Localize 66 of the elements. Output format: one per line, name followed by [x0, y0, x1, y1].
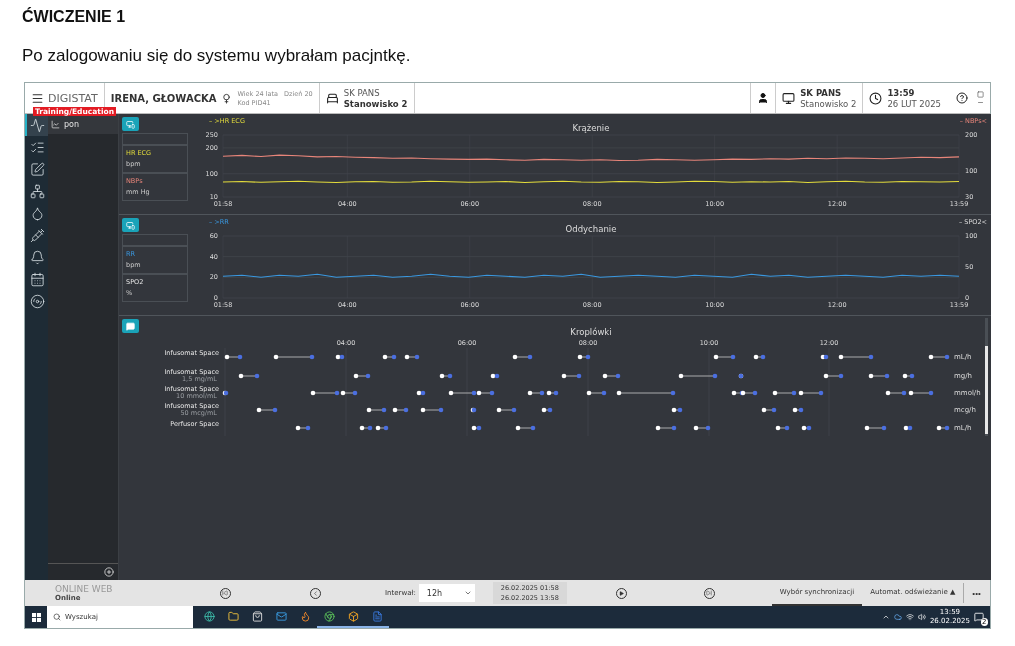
- exercise-paragraph: Po zalogowaniu się do systemu wybrałam pacjntkę.: [22, 46, 412, 66]
- exercise-heading: ĆWICZENIE 1: [22, 8, 127, 26]
- current-date: 26 LUT 2025: [887, 98, 941, 109]
- comment-button[interactable]: [122, 319, 139, 333]
- edit-icon: [30, 161, 45, 177]
- hierarchy-icon: [30, 183, 45, 199]
- nav-button[interactable]: [25, 114, 48, 136]
- flame-icon: [299, 610, 311, 622]
- bed-icon: [325, 91, 339, 105]
- skip-forward-icon: [706, 590, 713, 596]
- toggle-icon: [126, 119, 135, 129]
- chart-icon: [51, 119, 60, 129]
- play-icon: [619, 590, 625, 596]
- last-button[interactable]: [703, 587, 715, 599]
- chevron-down-icon: [463, 589, 472, 597]
- patient-name: IRENA, GŁOWACKA: [110, 92, 217, 104]
- mail-icon: [275, 610, 287, 622]
- bag-icon: [251, 610, 263, 622]
- chart-toggle-button[interactable]: [122, 117, 139, 131]
- interval-select[interactable]: 12h: [418, 584, 475, 602]
- pulse-icon: [30, 117, 45, 133]
- chart-toggle-button[interactable]: [122, 218, 139, 232]
- add-icon[interactable]: [104, 567, 114, 577]
- monitor-icon: [782, 91, 796, 105]
- bed-name: Stanowisko 2: [343, 98, 408, 109]
- ward-name: SK PANS: [343, 87, 381, 98]
- globe-icon: [203, 610, 215, 622]
- current-time: 13:59: [887, 87, 916, 98]
- chrome-icon: [323, 610, 335, 622]
- comment-icon: [126, 321, 135, 331]
- source-name: ONLINE WEB: [55, 584, 114, 594]
- station-name: Stanowisko 2: [800, 98, 857, 109]
- clock-icon: [869, 91, 883, 105]
- chevron-up-icon[interactable]: [881, 613, 890, 621]
- app-name: DIGISTAT: [48, 91, 98, 105]
- search-icon: [53, 613, 61, 621]
- restore-icon[interactable]: [977, 90, 984, 98]
- drop-icon: [30, 205, 45, 221]
- chart-title: Krążenie: [572, 123, 610, 133]
- female-icon: [221, 92, 233, 104]
- toggle-icon: [126, 220, 135, 230]
- checklist-icon: [30, 139, 45, 155]
- windows-icon[interactable]: [31, 612, 41, 622]
- wifi-icon[interactable]: [905, 613, 914, 621]
- panel-item[interactable]: pon: [64, 119, 80, 129]
- chart-title: Kroplówki: [570, 327, 612, 337]
- scrollbar[interactable]: [985, 318, 988, 436]
- syringe-icon: [30, 227, 45, 243]
- first-button[interactable]: [219, 587, 231, 599]
- document-icon: [371, 610, 383, 622]
- chevron-left-icon: [311, 589, 319, 597]
- skip-back-icon: [222, 590, 228, 596]
- help-icon[interactable]: [956, 92, 968, 104]
- speaker-icon[interactable]: [917, 613, 926, 621]
- more-button[interactable]: •••: [963, 583, 989, 603]
- user-icon[interactable]: [757, 92, 770, 104]
- notification-icon[interactable]: [974, 612, 984, 622]
- menu-icon[interactable]: [31, 91, 44, 105]
- bell-icon: [30, 249, 45, 265]
- box-icon: [347, 610, 359, 622]
- chart-title: Oddychanie: [565, 224, 617, 234]
- folder-icon: [227, 610, 239, 622]
- cloud-icon[interactable]: [893, 613, 902, 621]
- disc-icon: [30, 293, 45, 309]
- station-ward: SK PANS: [800, 87, 843, 98]
- calendar-icon: [30, 271, 45, 287]
